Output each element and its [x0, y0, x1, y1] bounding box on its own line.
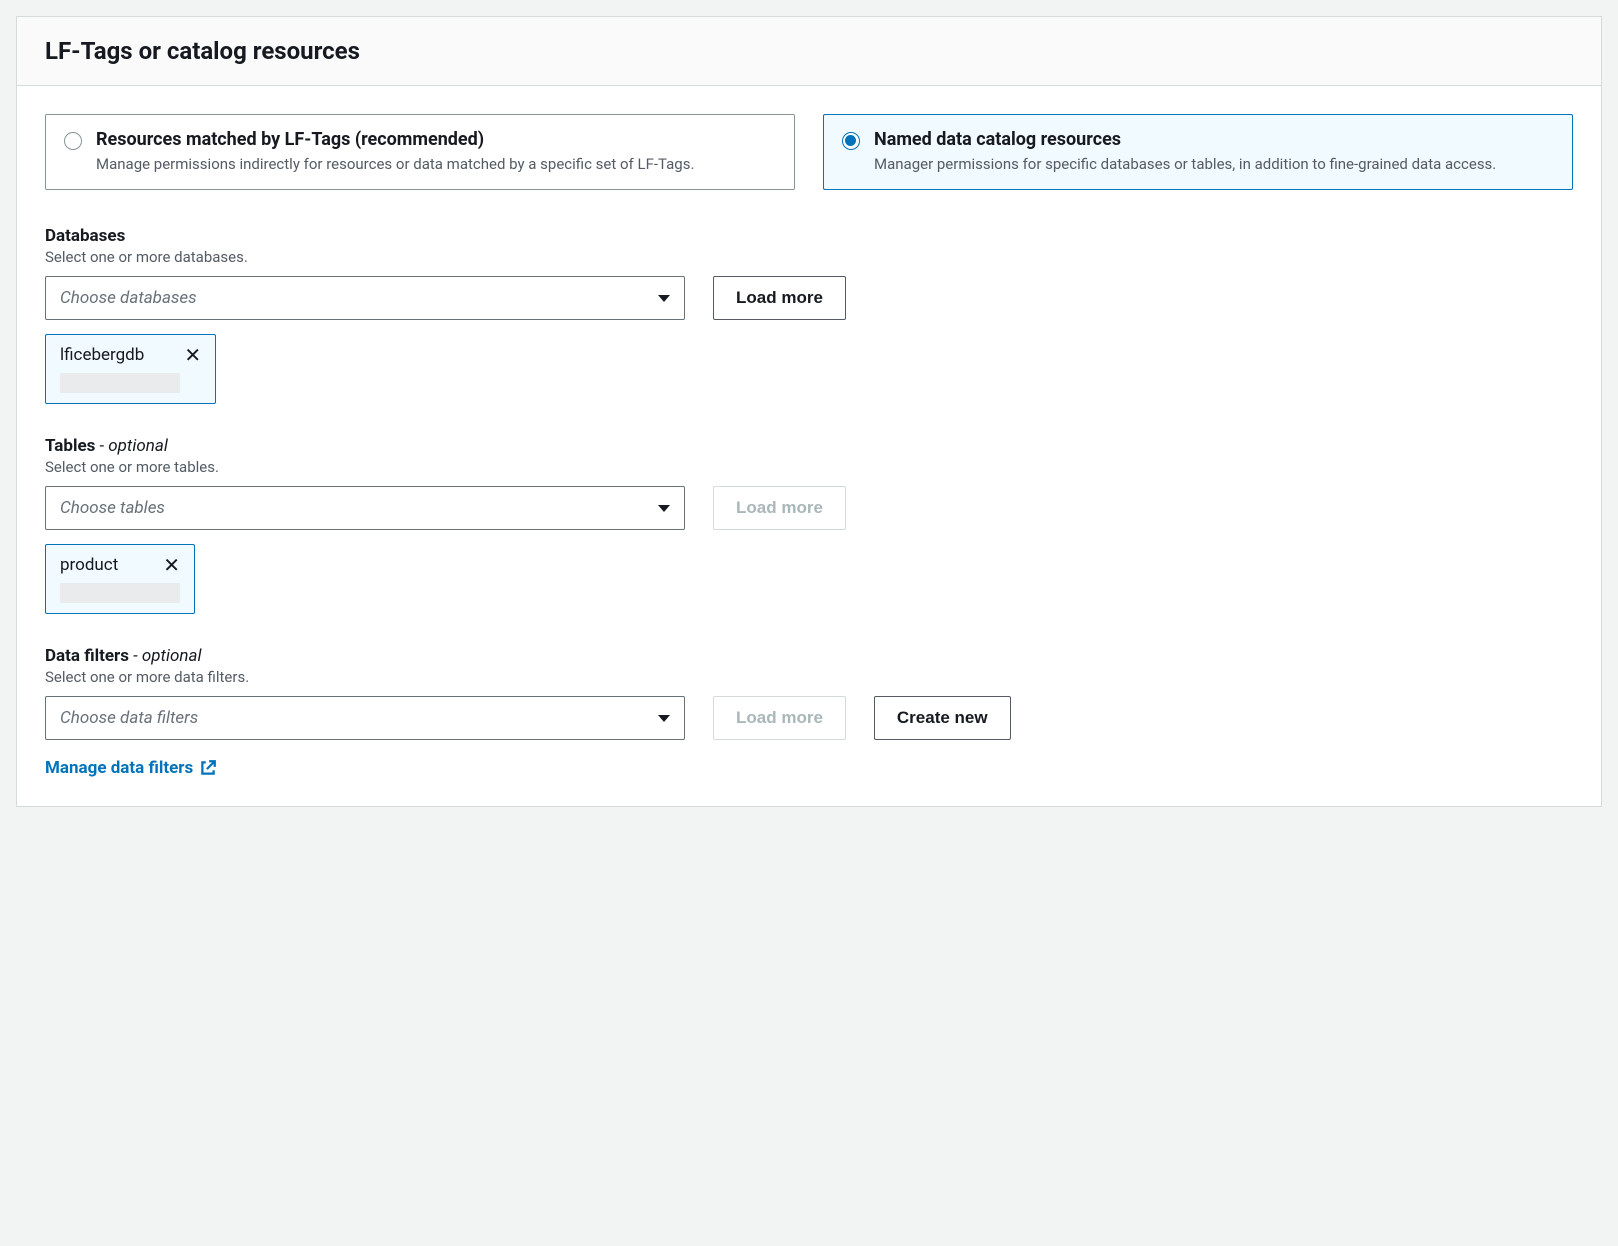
- tile-named-catalog[interactable]: Named data catalog resources Manager per…: [823, 114, 1573, 190]
- tables-label: Tables - optional: [45, 436, 1573, 456]
- tables-section: Tables - optional Select one or more tab…: [45, 436, 1573, 614]
- token-placeholder-bar: [60, 583, 180, 603]
- table-token-label: product: [60, 555, 118, 575]
- database-token: lficebergdb ✕: [45, 334, 216, 404]
- radio-icon: [842, 132, 860, 150]
- databases-section: Databases Select one or more databases. …: [45, 226, 1573, 404]
- database-token-label: lficebergdb: [60, 345, 144, 365]
- radio-icon: [64, 132, 82, 150]
- optional-text: - optional: [95, 436, 167, 456]
- tables-load-more-button[interactable]: Load more: [713, 486, 846, 530]
- table-token: product ✕: [45, 544, 195, 614]
- tile-description: Manager permissions for specific databas…: [874, 154, 1496, 175]
- tile-content: Named data catalog resources Manager per…: [874, 129, 1496, 175]
- tile-title: Named data catalog resources: [874, 129, 1496, 150]
- databases-placeholder: Choose databases: [60, 288, 197, 308]
- lf-tags-panel: LF-Tags or catalog resources Resources m…: [16, 16, 1602, 807]
- close-icon[interactable]: ✕: [163, 555, 180, 575]
- databases-load-more-button[interactable]: Load more: [713, 276, 846, 320]
- tile-lf-tags[interactable]: Resources matched by LF-Tags (recommende…: [45, 114, 795, 190]
- panel-title: LF-Tags or catalog resources: [45, 37, 1573, 65]
- create-new-button[interactable]: Create new: [874, 696, 1011, 740]
- data-filters-select-row: Choose data filters Load more Create new: [45, 696, 1573, 740]
- tile-description: Manage permissions indirectly for resour…: [96, 154, 694, 175]
- data-filters-label: Data filters - optional: [45, 646, 1573, 666]
- caret-down-icon: [658, 715, 670, 722]
- tile-content: Resources matched by LF-Tags (recommende…: [96, 129, 694, 175]
- databases-label: Databases: [45, 226, 1573, 246]
- manage-link-text: Manage data filters: [45, 758, 193, 778]
- tables-label-text: Tables: [45, 436, 95, 456]
- data-filters-load-more-button[interactable]: Load more: [713, 696, 846, 740]
- tables-select-row: Choose tables Load more: [45, 486, 1573, 530]
- databases-select-row: Choose databases Load more: [45, 276, 1573, 320]
- data-filters-hint: Select one or more data filters.: [45, 668, 1573, 686]
- data-filters-select[interactable]: Choose data filters: [45, 696, 685, 740]
- panel-header: LF-Tags or catalog resources: [17, 17, 1601, 86]
- token-placeholder-bar: [60, 373, 180, 393]
- close-icon[interactable]: ✕: [184, 345, 201, 365]
- data-filters-placeholder: Choose data filters: [60, 708, 198, 728]
- panel-body: Resources matched by LF-Tags (recommende…: [17, 86, 1601, 806]
- databases-hint: Select one or more databases.: [45, 248, 1573, 266]
- tile-title: Resources matched by LF-Tags (recommende…: [96, 129, 694, 150]
- caret-down-icon: [658, 505, 670, 512]
- caret-down-icon: [658, 295, 670, 302]
- external-link-icon: [199, 759, 217, 777]
- manage-data-filters-link[interactable]: Manage data filters: [45, 758, 217, 778]
- data-filters-label-text: Data filters: [45, 646, 129, 666]
- resource-mode-tiles: Resources matched by LF-Tags (recommende…: [45, 114, 1573, 190]
- tables-placeholder: Choose tables: [60, 498, 165, 518]
- tables-hint: Select one or more tables.: [45, 458, 1573, 476]
- tables-select[interactable]: Choose tables: [45, 486, 685, 530]
- data-filters-section: Data filters - optional Select one or mo…: [45, 646, 1573, 740]
- databases-select[interactable]: Choose databases: [45, 276, 685, 320]
- optional-text: - optional: [129, 646, 201, 666]
